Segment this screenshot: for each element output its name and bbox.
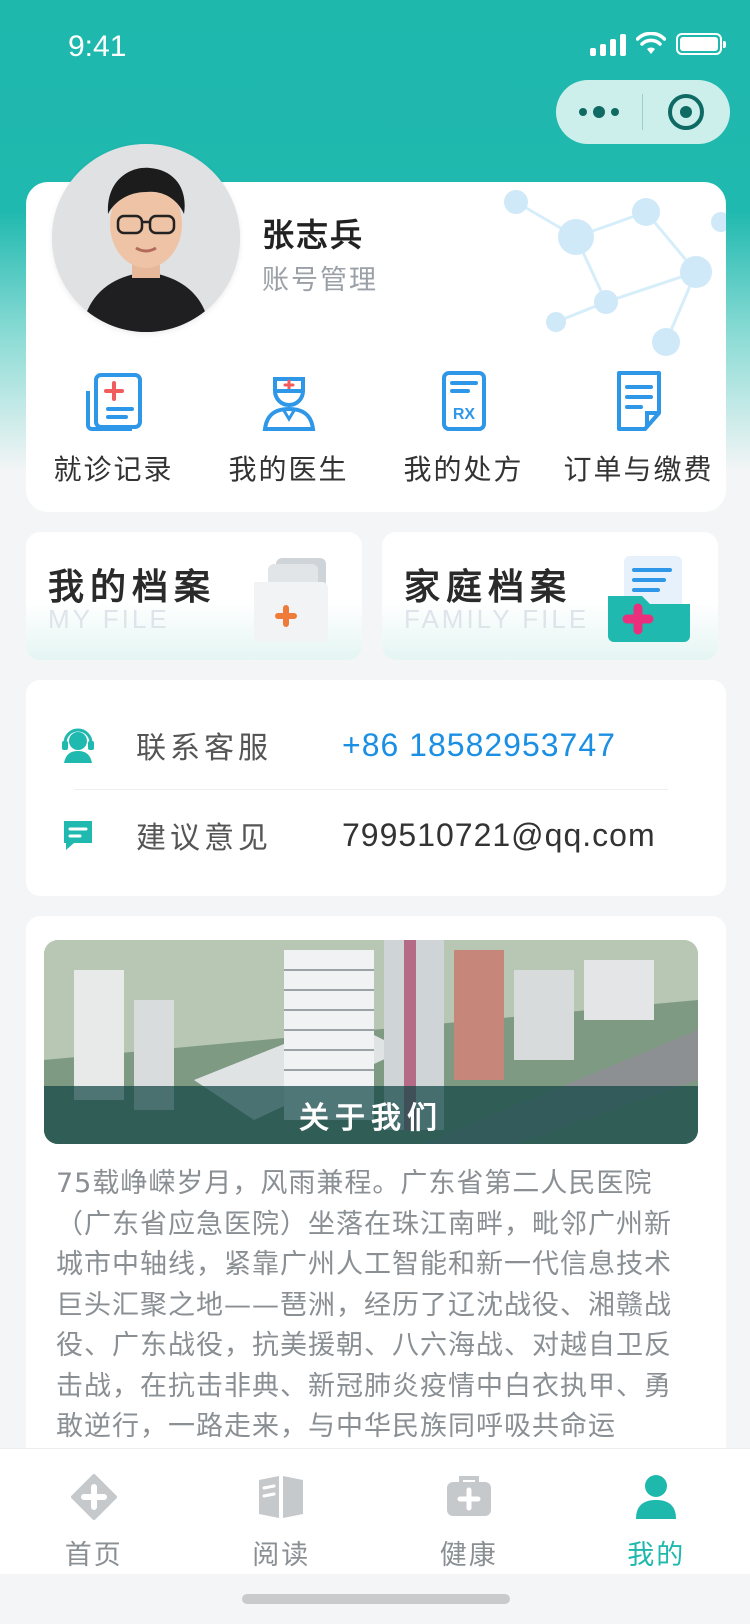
about-us-title: 关于我们 [44, 1086, 698, 1144]
tab-health-label: 健康 [439, 1540, 498, 1571]
about-us-banner[interactable]: 关于我们 [44, 940, 698, 1144]
account-management-link[interactable]: 账号管理 [262, 258, 378, 297]
customer-service-row[interactable]: 联系客服 +86 18582953747 [48, 700, 668, 790]
my-file-title: 我的档案 [48, 567, 217, 608]
family-file-subtitle: FAMILY FILE [404, 604, 590, 634]
visit-records-button[interactable]: 就诊记录 [26, 366, 201, 488]
prescription-icon: RX [429, 366, 499, 436]
tab-home[interactable]: 首页 [0, 1449, 188, 1574]
orders-payment-label: 订单与缴费 [563, 453, 714, 486]
tab-health[interactable]: 健康 [375, 1449, 563, 1574]
customer-service-phone[interactable]: +86 18582953747 [342, 727, 616, 764]
bottom-tab-bar: 首页 阅读 健康 我的 [0, 1448, 750, 1574]
feedback-email[interactable]: 799510721@qq.com [342, 817, 656, 854]
status-time: 9:41 [68, 30, 127, 63]
my-file-card[interactable]: 我的档案 MY FILE [26, 532, 362, 660]
status-icons [590, 32, 726, 56]
book-icon [255, 1471, 307, 1523]
dot-icon [611, 108, 619, 116]
family-file-title: 家庭档案 [404, 567, 573, 608]
user-name: 张志兵 [262, 216, 365, 254]
my-prescription-label: 我的处方 [403, 453, 524, 486]
quick-actions: 就诊记录 我的医生 RX 我的处方 订单与缴费 [26, 366, 726, 488]
about-us-text: 75载峥嵘岁月，风雨兼程。广东省第二人民医院（广东省应急医院）坐落在珠江南畔，毗… [56, 1168, 672, 1442]
customer-service-label: 联系客服 [136, 731, 272, 766]
signal-icon [590, 32, 626, 56]
miniprogram-capsule [556, 80, 730, 144]
headset-icon [48, 725, 108, 765]
my-file-subtitle: MY FILE [48, 604, 170, 634]
tab-mine-label: 我的 [627, 1540, 686, 1571]
health-kit-icon [443, 1471, 495, 1523]
battery-icon [676, 33, 726, 55]
doctor-icon [254, 366, 324, 436]
svg-text:RX: RX [452, 406, 475, 423]
my-doctor-label: 我的医生 [228, 453, 349, 486]
tab-read-label: 阅读 [252, 1540, 311, 1571]
feedback-row[interactable]: 建议意见 799510721@qq.com [48, 790, 668, 880]
avatar-photo [52, 144, 240, 332]
my-prescription-button[interactable]: RX 我的处方 [376, 366, 551, 488]
my-doctor-button[interactable]: 我的医生 [201, 366, 376, 488]
feedback-label: 建议意见 [136, 821, 272, 856]
tab-mine[interactable]: 我的 [563, 1449, 750, 1574]
tab-home-label: 首页 [64, 1540, 123, 1571]
more-button[interactable] [556, 80, 642, 144]
dot-icon [593, 106, 605, 118]
molecule-decoration [504, 190, 726, 356]
home-indicator [242, 1594, 510, 1604]
target-icon [668, 94, 704, 130]
orders-payment-button[interactable]: 订单与缴费 [551, 366, 726, 488]
dot-icon [579, 108, 587, 116]
medical-record-icon [79, 366, 149, 436]
medical-folder-icon [254, 558, 328, 642]
close-miniprogram-button[interactable] [643, 80, 729, 144]
visit-records-label: 就诊记录 [53, 453, 174, 486]
home-icon [68, 1471, 120, 1523]
user-icon [630, 1471, 682, 1523]
family-file-card[interactable]: 家庭档案 FAMILY FILE [382, 532, 718, 660]
tab-read[interactable]: 阅读 [188, 1449, 376, 1574]
family-folder-icon [608, 556, 690, 642]
message-icon [48, 815, 108, 855]
order-icon [604, 366, 674, 436]
wifi-icon [636, 32, 666, 54]
avatar[interactable] [52, 144, 240, 332]
